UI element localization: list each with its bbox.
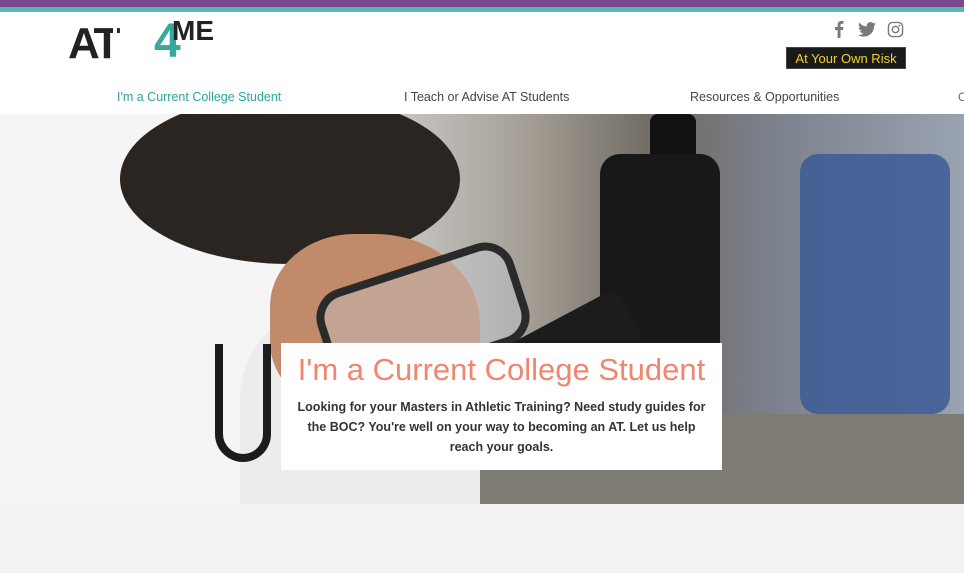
hero-chair-shape <box>800 154 950 414</box>
nav-item-teach-or-advise[interactable]: I Teach or Advise AT Students <box>404 90 569 104</box>
teal-band <box>0 7 964 12</box>
logo-caduceus-mark <box>113 26 117 58</box>
logo-me-text: ME <box>172 15 214 46</box>
twitter-icon[interactable] <box>858 20 876 38</box>
instagram-icon[interactable] <box>886 20 904 38</box>
hero-title: I'm a Current College Student <box>297 352 706 387</box>
nav-item-clipped-right[interactable]: C <box>958 90 964 104</box>
logo-at-text: AT <box>68 19 120 68</box>
purple-band <box>0 0 964 7</box>
page-content-area <box>0 504 964 573</box>
main-nav: I I'm a Current College Student I Teach … <box>0 88 964 112</box>
top-accent-strip <box>0 0 964 12</box>
nav-item-current-college-student[interactable]: I'm a Current College Student <box>117 90 281 104</box>
nav-item-resources-opportunities[interactable]: Resources & Opportunities <box>690 90 839 104</box>
hero-text-card: I'm a Current College Student Looking fo… <box>281 343 722 470</box>
social-links <box>830 20 904 38</box>
hero-cord-shape <box>215 344 271 462</box>
facebook-icon[interactable] <box>830 20 848 38</box>
site-logo[interactable]: AT 4 ME <box>68 16 228 68</box>
at-your-own-risk-badge[interactable]: At Your Own Risk <box>786 47 906 69</box>
hero-description: Looking for your Masters in Athletic Tra… <box>297 400 706 454</box>
